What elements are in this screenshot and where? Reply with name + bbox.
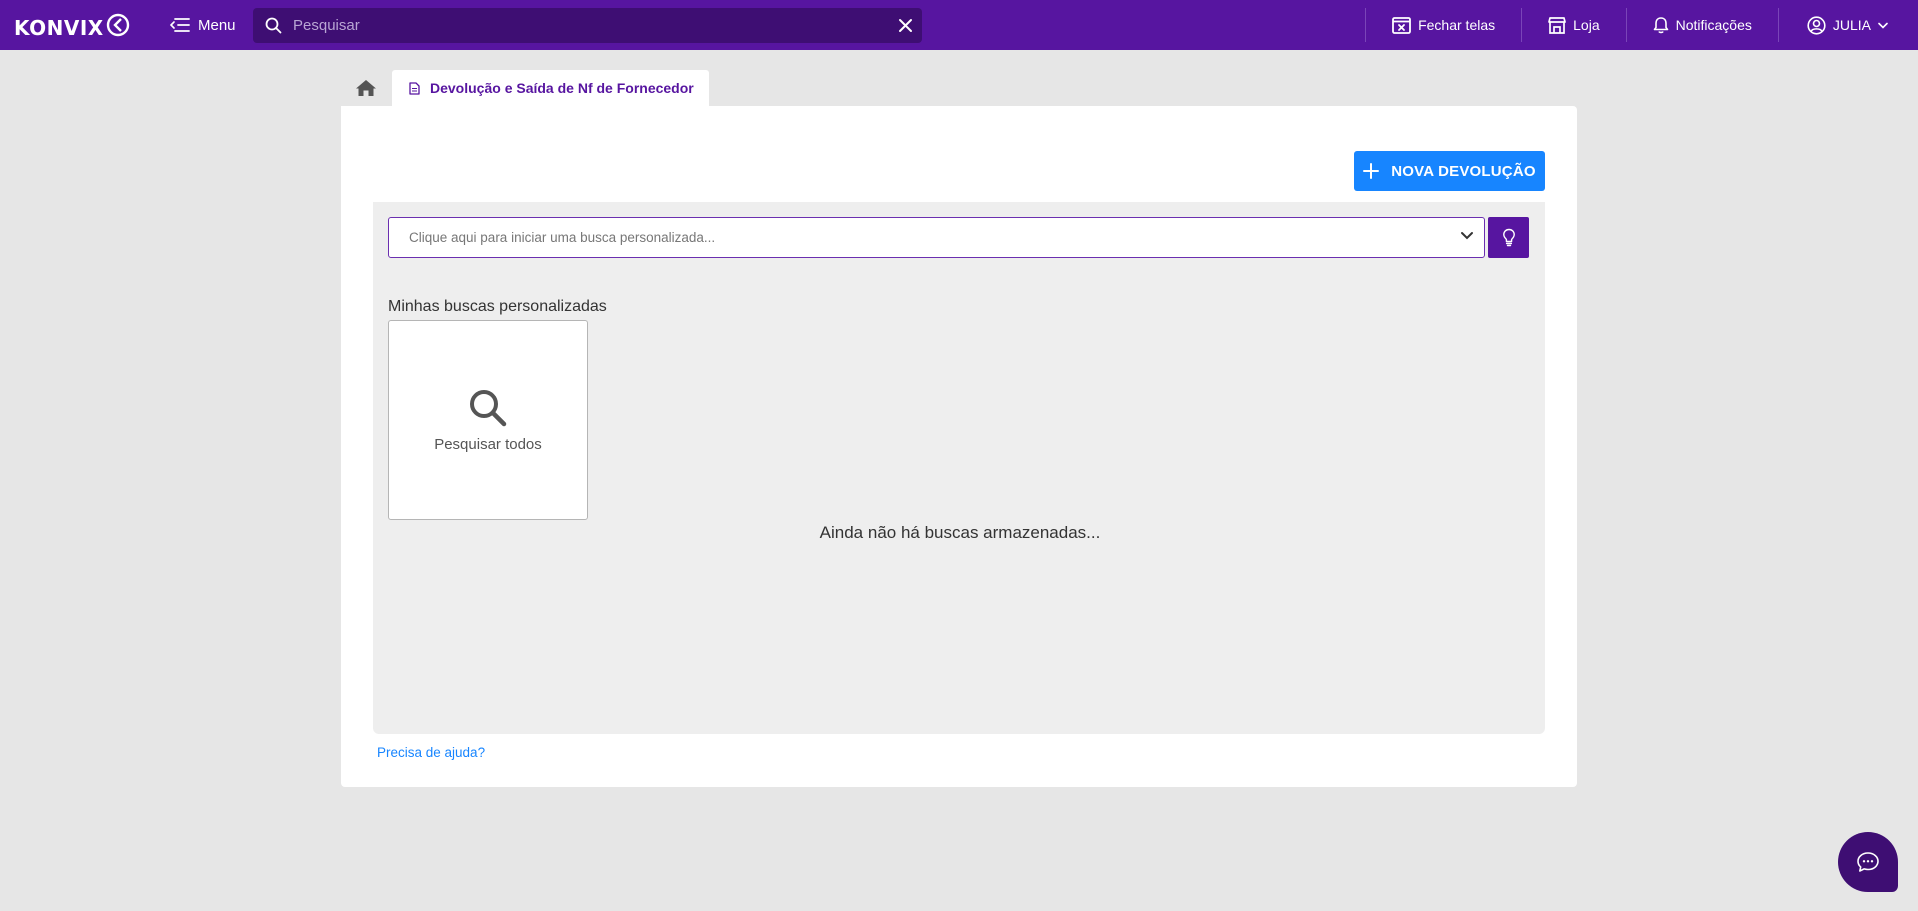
lightbulb-icon [1502, 228, 1515, 247]
logo-mark-icon [106, 13, 129, 37]
search-all-card[interactable]: Pesquisar todos [388, 320, 588, 520]
chevron-down-icon [1878, 22, 1888, 29]
user-icon [1807, 15, 1826, 35]
bell-icon [1653, 17, 1668, 34]
search-all-label: Pesquisar todos [434, 435, 542, 453]
home-tab[interactable] [340, 70, 392, 106]
empty-state-message: Ainda não há buscas armazenadas... [819, 523, 1101, 542]
store-icon [1548, 16, 1566, 34]
tab-label: Devolução e Saída de Nf de Fornecedor [430, 80, 694, 96]
new-return-button[interactable]: NOVA DEVOLUÇÃO [1354, 151, 1545, 191]
close-screens-button[interactable]: Fechar telas [1366, 0, 1521, 50]
custom-search-select[interactable]: Clique aqui para iniciar uma busca perso… [388, 217, 1485, 258]
menu-button[interactable]: Menu [170, 13, 236, 37]
tab-supplier-return[interactable]: Devolução e Saída de Nf de Fornecedor [392, 70, 709, 106]
close-screens-label: Fechar telas [1418, 17, 1496, 33]
menu-icon [170, 18, 190, 32]
user-menu[interactable]: JULIA [1779, 0, 1918, 50]
plus-icon [1363, 163, 1380, 179]
search-icon [470, 389, 507, 426]
new-return-label: NOVA DEVOLUÇÃO [1391, 162, 1536, 180]
konvix-logo[interactable]: KONVIX [14, 8, 130, 42]
chevron-down-icon [1461, 232, 1473, 240]
close-icon[interactable] [897, 17, 914, 34]
logo-text: KONVIX [14, 8, 104, 42]
notifications-label: Notificações [1675, 17, 1752, 33]
store-button[interactable]: Loja [1522, 0, 1625, 50]
user-name: JULIA [1832, 17, 1871, 33]
help-link[interactable]: Precisa de ajuda? [377, 745, 485, 760]
global-search [253, 8, 922, 43]
store-label: Loja [1573, 17, 1600, 33]
close-screens-icon [1392, 16, 1411, 34]
top-actions: Fechar telas Loja Notificações JULIA [1365, 0, 1918, 50]
global-search-input[interactable] [293, 8, 873, 43]
menu-label: Menu [198, 16, 236, 34]
custom-search-placeholder: Clique aqui para iniciar uma busca perso… [409, 230, 716, 245]
chat-button[interactable] [1838, 832, 1898, 892]
notifications-button[interactable]: Notificações [1627, 0, 1778, 50]
chat-icon [1857, 852, 1879, 872]
tips-button[interactable] [1488, 217, 1529, 258]
home-icon [356, 80, 376, 96]
saved-searches-title: Minhas buscas personalizadas [388, 298, 607, 315]
search-icon [265, 17, 282, 34]
top-bar: KONVIX Menu Fechar telas [0, 0, 1918, 50]
document-icon [409, 81, 420, 95]
